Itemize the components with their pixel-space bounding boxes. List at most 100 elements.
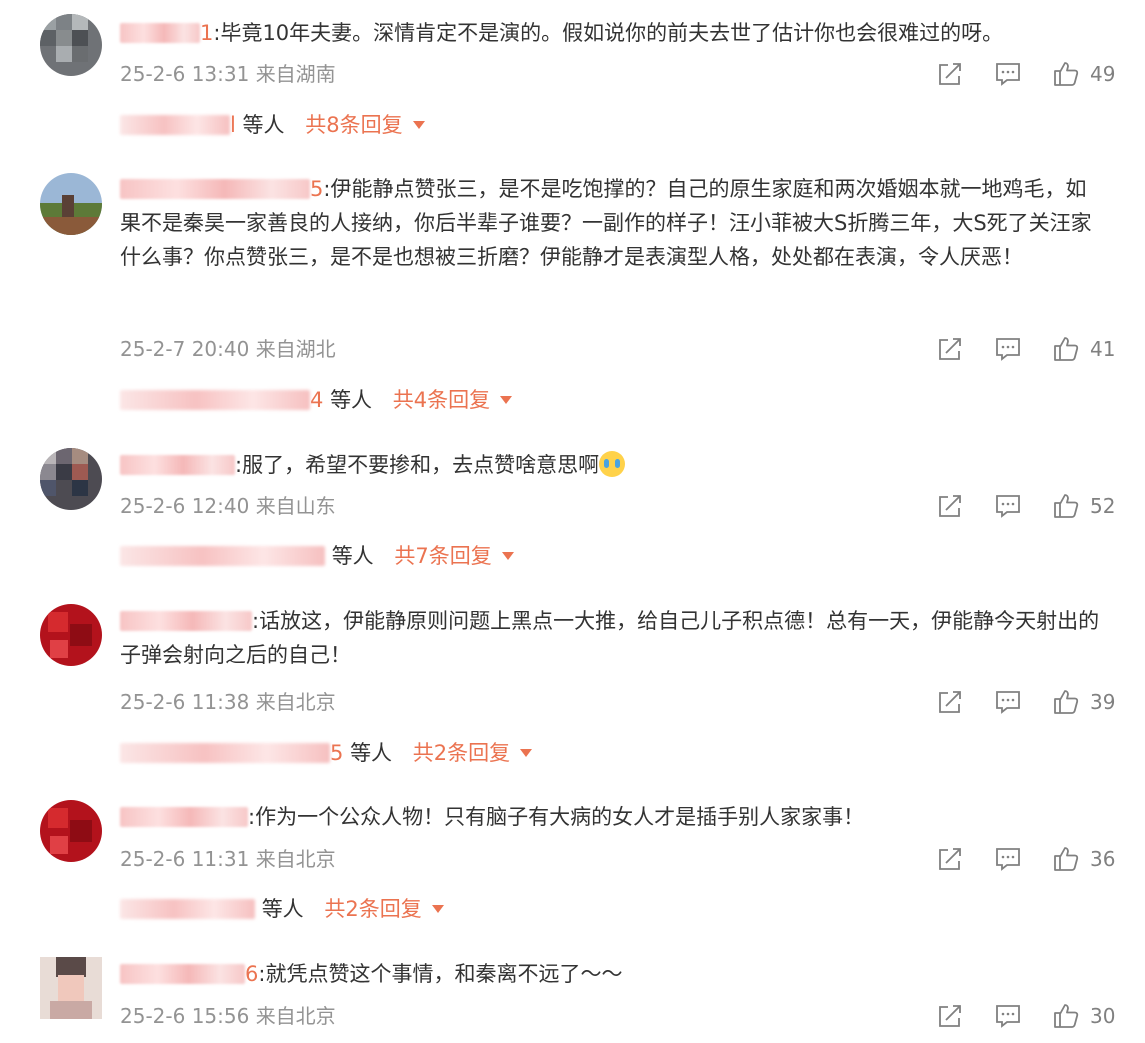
comment-location: 来自北京: [255, 1004, 336, 1028]
replier-name-blurred: [120, 390, 310, 410]
share-icon: [939, 63, 961, 85]
thumbs-up-icon: [1054, 494, 1079, 518]
replies-suffix: 等人: [330, 388, 373, 412]
comment-time: 25-2-6 11:31: [120, 847, 250, 871]
comment-icon: [996, 495, 1020, 518]
like-count: 36: [1090, 847, 1116, 871]
like-button[interactable]: 52: [1052, 491, 1120, 521]
caret-down-icon[interactable]: [431, 905, 444, 913]
comment-text: :服了，希望不要掺和，去点赞啥意思啊: [235, 453, 600, 477]
replier-name-blurred: [120, 899, 255, 919]
comment-icon: [996, 63, 1020, 86]
comment-time: 25-2-6 12:40: [120, 494, 250, 518]
comment-button[interactable]: [994, 335, 1022, 363]
username-blurred[interactable]: [120, 23, 200, 43]
username-blurred[interactable]: [120, 179, 310, 199]
comment-button[interactable]: [994, 492, 1022, 520]
replier-name-blurred: [120, 115, 230, 135]
like-button[interactable]: 30: [1052, 1001, 1120, 1031]
reply-count[interactable]: 共7条回复: [394, 544, 491, 568]
comment-icon: [996, 848, 1020, 871]
caret-down-icon[interactable]: [412, 121, 425, 129]
replier-name-blurred: [120, 743, 330, 763]
comment-icon: [996, 1005, 1020, 1028]
share-button[interactable]: [936, 688, 964, 716]
comment-icon: [996, 338, 1020, 361]
caret-down-icon[interactable]: [500, 396, 513, 404]
replies-summary[interactable]: 等人 共7条回复: [120, 541, 514, 571]
comment-time: 25-2-6 13:31: [120, 62, 250, 86]
share-button[interactable]: [936, 492, 964, 520]
username-blurred[interactable]: [120, 964, 245, 984]
avatar[interactable]: [40, 800, 102, 862]
reply-count[interactable]: 共8条回复: [305, 113, 402, 137]
share-icon: [939, 848, 961, 870]
share-button[interactable]: [936, 1002, 964, 1030]
username-tail[interactable]: 1: [200, 21, 213, 45]
username-blurred[interactable]: [120, 611, 252, 631]
replies-suffix: 等人: [242, 113, 285, 137]
comment-time: 25-2-6 15:56: [120, 1004, 250, 1028]
thumbs-up-icon: [1054, 847, 1079, 871]
like-count: 30: [1090, 1004, 1116, 1028]
comment-time: 25-2-6 11:38: [120, 690, 250, 714]
comment-button[interactable]: [994, 845, 1022, 873]
comment-text: :话放这，伊能静原则问题上黑点一大推，给自己儿子积点德！总有一天，伊能静今天射出…: [120, 609, 1100, 667]
thumbs-up-icon: [1054, 337, 1079, 361]
comment-text: :毕竟10年夫妻。深情肯定不是演的。假如说你的前夫去世了估计你也会很难过的呀。: [213, 21, 1004, 45]
share-button[interactable]: [936, 845, 964, 873]
replies-summary[interactable]: l 等人 共8条回复: [120, 110, 425, 140]
caret-down-icon[interactable]: [501, 552, 514, 560]
avatar[interactable]: [40, 173, 102, 235]
comment-icon: [996, 691, 1020, 714]
avatar[interactable]: [40, 604, 102, 666]
replies-summary[interactable]: 5 等人 共2条回复: [120, 738, 533, 768]
username-blurred[interactable]: [120, 455, 235, 475]
like-button[interactable]: 41: [1052, 334, 1120, 364]
avatar[interactable]: [40, 14, 102, 76]
like-count: 41: [1090, 337, 1116, 361]
comment-button[interactable]: [994, 60, 1022, 88]
like-button[interactable]: 49: [1052, 59, 1120, 89]
reply-count[interactable]: 共4条回复: [393, 388, 490, 412]
share-icon: [939, 495, 961, 517]
caret-down-icon[interactable]: [520, 749, 533, 757]
reply-count[interactable]: 共2条回复: [324, 897, 421, 921]
share-button[interactable]: [936, 60, 964, 88]
replier-name-tail: l: [230, 113, 236, 137]
comment-location: 来自湖南: [255, 62, 336, 86]
share-button[interactable]: [936, 335, 964, 363]
avatar[interactable]: [40, 448, 102, 510]
username-tail[interactable]: 6: [245, 962, 258, 986]
replier-name-tail: 5: [330, 741, 344, 765]
crying-emoji-icon: [599, 451, 626, 477]
share-icon: [939, 691, 961, 713]
reply-count[interactable]: 共2条回复: [413, 741, 510, 765]
comment-text: :就凭点赞这个事情，和秦离不远了～～: [258, 962, 623, 986]
comment-button[interactable]: [994, 688, 1022, 716]
like-button[interactable]: 36: [1052, 844, 1120, 874]
comment-text: :作为一个公众人物！只有脑子有大病的女人才是插手别人家家事！: [248, 805, 865, 829]
thumbs-up-icon: [1054, 690, 1079, 714]
share-icon: [939, 338, 961, 360]
comment-location: 来自山东: [255, 494, 336, 518]
replies-summary[interactable]: 等人 共2条回复: [120, 894, 444, 924]
replies-suffix: 等人: [261, 897, 304, 921]
share-icon: [939, 1005, 961, 1027]
thumbs-up-icon: [1054, 1004, 1079, 1028]
like-count: 52: [1090, 494, 1116, 518]
like-button[interactable]: 39: [1052, 687, 1120, 717]
like-count: 49: [1090, 62, 1116, 86]
replies-summary[interactable]: 4 等人 共4条回复: [120, 385, 513, 415]
replier-name-tail: 4: [310, 388, 324, 412]
comment-time: 25-2-7 20:40: [120, 337, 250, 361]
comment-button[interactable]: [994, 1002, 1022, 1030]
thumbs-up-icon: [1054, 62, 1079, 86]
username-blurred[interactable]: [120, 807, 248, 827]
comment-location: 来自湖北: [255, 337, 336, 361]
replies-suffix: 等人: [331, 544, 374, 568]
avatar[interactable]: [40, 957, 102, 1019]
username-tail[interactable]: 5: [310, 177, 323, 201]
replies-suffix: 等人: [350, 741, 393, 765]
like-count: 39: [1090, 690, 1116, 714]
